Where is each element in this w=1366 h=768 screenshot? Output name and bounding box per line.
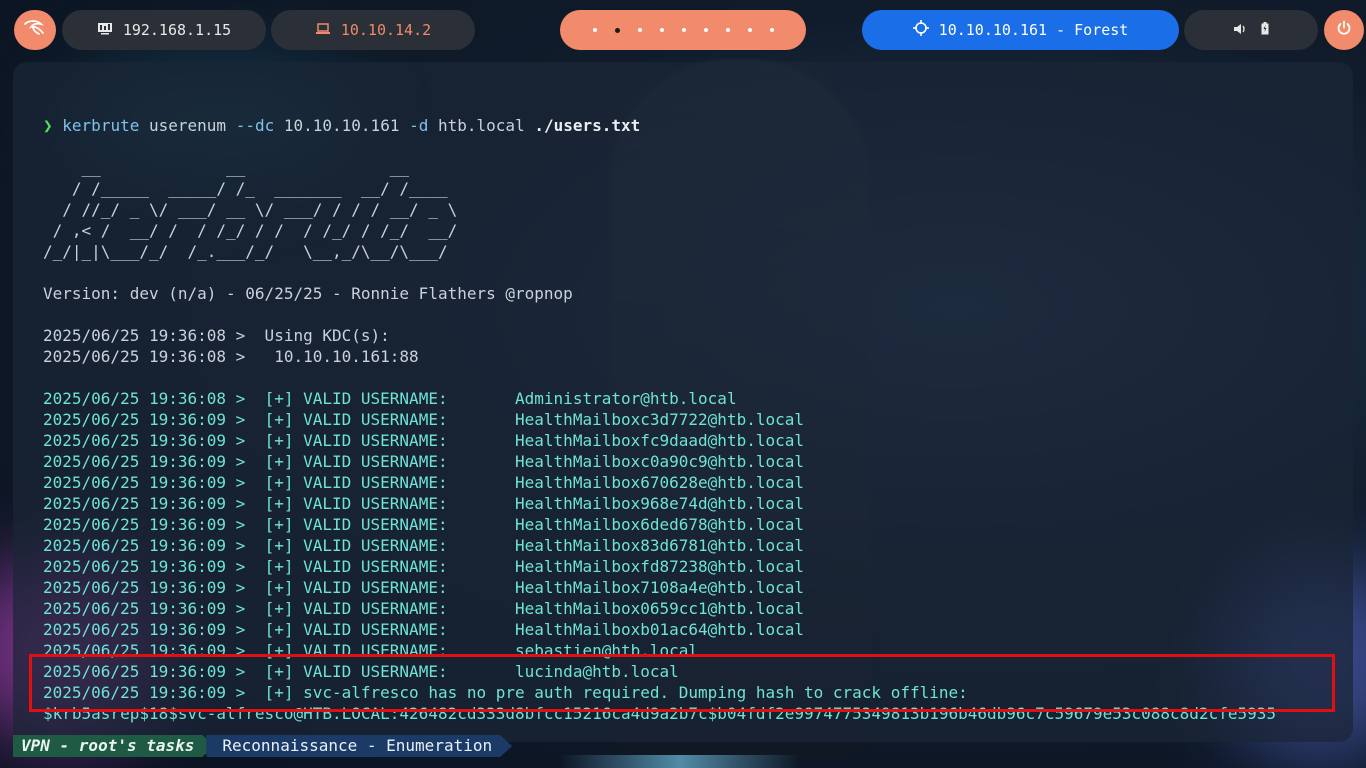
power-button[interactable] [1324, 10, 1364, 50]
battery-icon[interactable] [1261, 21, 1269, 39]
kdc-line: 2025/06/25 19:36:08 > 10.10.10.161:88 [43, 347, 419, 366]
version-line: Version: dev (n/a) - 06/25/25 - Ronnie F… [43, 284, 573, 303]
workspace-1[interactable] [592, 28, 597, 32]
workspace-3[interactable] [637, 28, 642, 32]
valid-user-line: 2025/06/25 19:36:09 > [+] VALID USERNAME… [43, 452, 804, 471]
workspace-5[interactable] [681, 28, 686, 32]
ascii-art-line: / /_____ _____/ /_ _______ __/ /____ [43, 179, 458, 198]
window-name[interactable]: Reconnaissance - Enumeration [206, 735, 512, 757]
vpn-ip-text: 10.10.14.2 [340, 21, 432, 39]
ascii-art-line: /_/|_|\___/_/ /_.___/_/ \__,_/\__/\___/ [43, 242, 458, 261]
valid-user-line: 2025/06/25 19:36:09 > [+] VALID USERNAME… [43, 410, 804, 429]
workspace-4[interactable] [659, 28, 664, 32]
laptop-icon [315, 21, 331, 39]
prompt-symbol: ❯ [43, 116, 53, 135]
workspace-7[interactable] [725, 28, 730, 32]
kdc-line: 2025/06/25 19:36:08 > Using KDC(s): [43, 326, 390, 345]
session-name[interactable]: VPN - root's tasks [13, 735, 214, 757]
command-subcommand: userenum [148, 116, 227, 135]
valid-user-line: 2025/06/25 19:36:08 > [+] VALID USERNAME… [43, 389, 737, 408]
command-program: kerbrute [62, 116, 140, 135]
monitor-icon [97, 21, 113, 39]
workspace-9[interactable] [769, 28, 774, 32]
command-domain: htb.local [438, 116, 525, 135]
valid-user-line: 2025/06/25 19:36:09 > [+] VALID USERNAME… [43, 431, 804, 450]
workspace-switcher[interactable] [560, 10, 806, 50]
tmux-status-bar: VPN - root's tasks Reconnaissance - Enum… [13, 735, 512, 757]
command-file: ./users.txt [534, 116, 641, 135]
workspace-8[interactable] [747, 28, 752, 32]
command-flag-dc: --dc [235, 116, 275, 135]
ascii-art-line: / //_/ _ \/ ___/ __ \/ ___/ / / / __/ _ … [43, 200, 458, 219]
valid-user-line: 2025/06/25 19:36:09 > [+] VALID USERNAME… [43, 620, 804, 639]
command-flag-d: -d [409, 116, 429, 135]
terminal-window[interactable]: ❯ kerbrute userenum --dc 10.10.10.161 -d… [13, 62, 1353, 742]
ascii-art-line: / ,< / __/ / / /_/ / / / /_/ / /_/ __/ [43, 221, 458, 240]
crosshair-icon [912, 20, 929, 40]
target-text: 10.10.10.161 - Forest [938, 21, 1129, 39]
valid-user-line: 2025/06/25 19:36:09 > [+] VALID USERNAME… [43, 599, 804, 618]
valid-user-line: 2025/06/25 19:36:09 > [+] VALID USERNAME… [43, 515, 804, 534]
valid-user-line: 2025/06/25 19:36:09 > [+] VALID USERNAME… [43, 557, 804, 576]
valid-user-line: 2025/06/25 19:36:09 > [+] VALID USERNAME… [43, 578, 804, 597]
workspace-2[interactable] [614, 27, 620, 33]
speaker-icon[interactable] [1233, 21, 1247, 39]
valid-user-line: 2025/06/25 19:36:09 > [+] VALID USERNAME… [43, 494, 804, 513]
kali-dragon-icon [23, 18, 47, 43]
valid-user-line: 2025/06/25 19:36:09 > [+] VALID USERNAME… [43, 536, 804, 555]
vpn-ip-widget[interactable]: 10.10.14.2 [271, 10, 475, 50]
top-bar: 192.168.1.15 10.10.14.2 10.10.10.161 - F… [0, 0, 1366, 60]
local-ip-text: 192.168.1.15 [122, 21, 232, 39]
system-tray[interactable] [1184, 10, 1318, 50]
workspace-6[interactable] [703, 28, 708, 32]
ascii-art-line: __ __ __ [43, 158, 458, 177]
terminal-output: ❯ kerbrute userenum --dc 10.10.10.161 -d… [43, 94, 1276, 724]
command-dc-ip: 10.10.10.161 [283, 116, 400, 135]
target-widget[interactable]: 10.10.10.161 - Forest [862, 10, 1179, 50]
highlight-box [29, 654, 1335, 712]
bottom-glow [560, 755, 800, 768]
command-line: ❯ kerbrute userenum --dc 10.10.10.161 -d… [43, 116, 640, 135]
kali-menu-button[interactable] [14, 10, 56, 50]
valid-user-line: 2025/06/25 19:36:09 > [+] VALID USERNAME… [43, 473, 804, 492]
power-icon [1336, 20, 1352, 41]
local-ip-widget[interactable]: 192.168.1.15 [62, 10, 266, 50]
